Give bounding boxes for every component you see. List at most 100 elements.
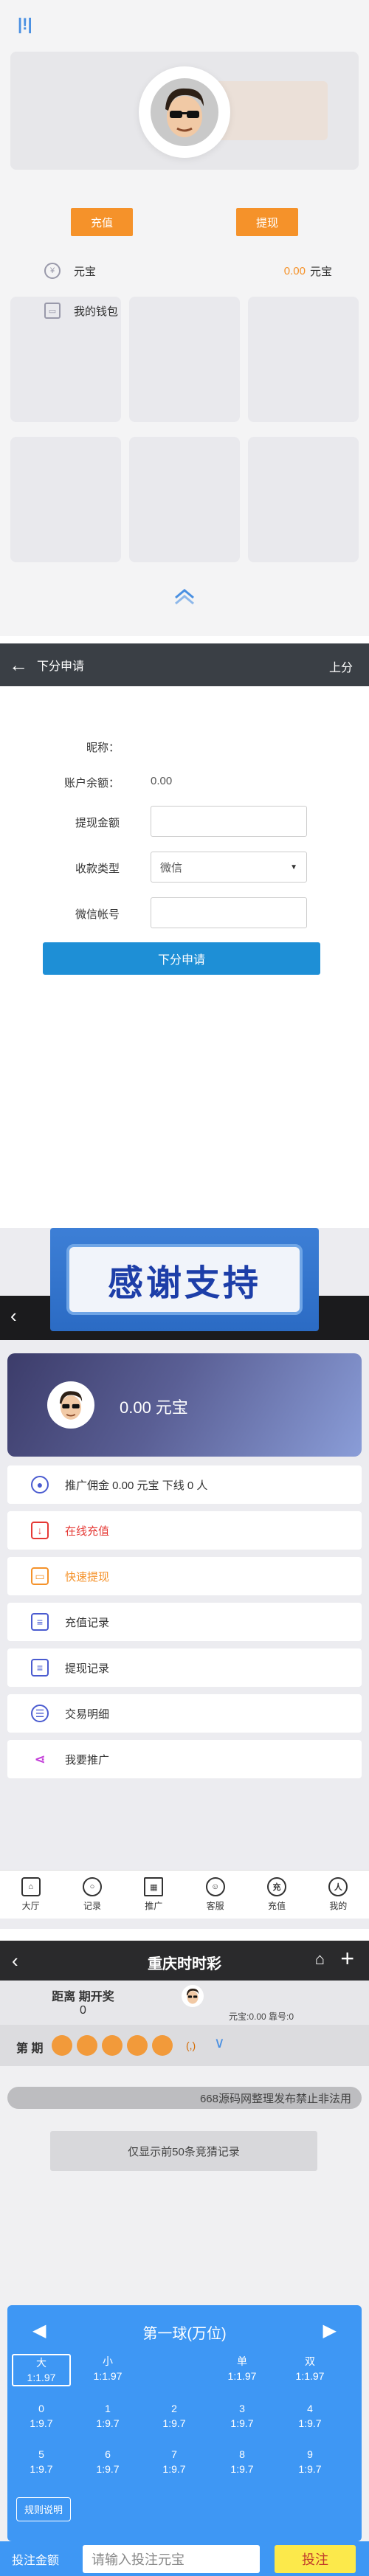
bet-option-name: 3 <box>239 2403 245 2414</box>
nav-item-mine[interactable]: 人我的 <box>316 1871 360 1919</box>
menu-item-recharge-records[interactable]: ≡ 充值记录 <box>7 1603 362 1641</box>
bet-option[interactable]: 单 1:1.97 <box>213 2354 272 2383</box>
avatar-icon <box>186 1988 199 2004</box>
result-ball <box>127 2035 148 2056</box>
bet-option-name: 2 <box>171 2403 177 2414</box>
bet-option-name: 8 <box>239 2448 245 2460</box>
chevron-up-icon[interactable] <box>171 584 198 607</box>
bet-option[interactable]: 9 1:9.7 <box>280 2447 339 2476</box>
nav-item-records[interactable]: ○ 记录 <box>70 1871 114 1919</box>
avatar-icon <box>59 1391 83 1420</box>
nav-item-recharge[interactable]: 充充值 <box>255 1871 299 1919</box>
withdraw-button[interactable]: 提现 <box>236 208 298 236</box>
bet-option-name: 1 <box>105 2403 111 2414</box>
bet-option-name: 7 <box>171 2448 177 2460</box>
bet-option-odds: 1:9.7 <box>230 2417 254 2429</box>
payment-type-value: 微信 <box>160 861 183 874</box>
bet-option-odds: 1:9.7 <box>30 2417 53 2429</box>
rules-button[interactable]: 规则说明 <box>16 2497 72 2521</box>
game-tile <box>129 437 240 562</box>
wechat-account-input[interactable] <box>151 897 307 928</box>
bet-option[interactable]: 2 1:9.7 <box>145 2401 204 2431</box>
bet-option-name: 9 <box>307 2448 313 2460</box>
user-center-page: ‹ 感谢支持 0.00 元宝 ● 推广佣金 0.00 元宝 下线 0 人 ↓ 在… <box>0 1228 369 1929</box>
qrcode-icon: ▦ <box>144 1877 164 1896</box>
bet-option-name: 4 <box>307 2403 313 2414</box>
submit-withdraw-button[interactable]: 下分申请 <box>43 942 320 975</box>
app-logo: |!| <box>18 15 32 33</box>
result-ball <box>52 2035 72 2056</box>
balance-display: 0.00 元宝 <box>120 1398 188 1417</box>
bet-option-name: 0 <box>38 2403 44 2414</box>
record-icon: ≡ <box>31 1613 49 1631</box>
amount-label: 提现金额 <box>75 817 120 829</box>
bet-option-odds: 1:9.7 <box>162 2463 186 2475</box>
bottom-nav: ⌂ 大厅 ○ 记录 ▦ 推广 ☺ 客服 充充值 人我的 <box>0 1870 369 1919</box>
recharge-button[interactable]: 充值 <box>71 208 133 236</box>
account-card: 0.00 元宝 <box>7 1353 362 1457</box>
balance-label: 账户余额： <box>63 777 120 790</box>
nav-item-promote[interactable]: ▦ 推广 <box>131 1871 176 1919</box>
balance-value: 0.00 <box>151 775 173 787</box>
withdraw-amount-input[interactable] <box>151 806 307 837</box>
result-ball <box>102 2035 123 2056</box>
bet-option[interactable]: 5 1:9.7 <box>12 2447 71 2476</box>
chevron-down-icon[interactable]: ∨ <box>214 2034 225 2052</box>
person-icon: 人 <box>328 1877 348 1896</box>
bet-option-name: 5 <box>38 2448 44 2460</box>
home-icon[interactable]: ⌂ <box>315 1950 325 1969</box>
bet-option[interactable]: 双 1:1.97 <box>280 2354 339 2383</box>
bet-bar: 投注金额 请输入投注元宝 投注 <box>0 2541 369 2576</box>
bet-option-odds: 1:1.97 <box>27 2372 56 2383</box>
menu-item-label: 我要推广 <box>65 1753 110 1767</box>
menu-item-fast-withdraw[interactable]: ▭ 快速提现 <box>7 1557 362 1595</box>
deposit-link[interactable]: 上分 <box>329 657 353 675</box>
search-icon: ○ <box>82 1877 102 1896</box>
period-label: 第 期 <box>16 2043 44 2055</box>
bet-option-name: 6 <box>105 2448 111 2460</box>
store-icon: ⌂ <box>21 1877 41 1896</box>
nav-label: 我的 <box>329 1901 348 1911</box>
bet-option-odds: 1:9.7 <box>298 2417 322 2429</box>
bet-option[interactable]: 8 1:9.7 <box>213 2447 272 2476</box>
page-title: 重庆时时彩 <box>148 1956 221 1972</box>
nav-item-service[interactable]: ☺ 客服 <box>193 1871 238 1919</box>
bet-option-odds: 1:1.97 <box>93 2370 123 2382</box>
lottery-page: ‹ 重庆时时彩 ⌂ + 距离 期开奖 0 元宝:0.00 靠号:0 第 期 (,… <box>0 1941 369 2576</box>
bet-option[interactable]: 1 1:9.7 <box>78 2401 137 2431</box>
bet-amount-input[interactable]: 请输入投注元宝 <box>83 2544 260 2573</box>
bet-option[interactable]: 6 1:9.7 <box>78 2447 137 2476</box>
wallet-row[interactable]: ▭ 我的钱包 <box>44 298 332 323</box>
payment-type-select[interactable]: 微信 ▼ <box>151 852 307 883</box>
coin-icon: ¥ <box>44 263 61 279</box>
nav-item-lobby[interactable]: ⌂ 大厅 <box>9 1871 53 1919</box>
bet-option-name: 小 <box>103 2355 113 2367</box>
bet-option[interactable]: 大 1:1.97 <box>12 2354 71 2386</box>
currency-label: 元宝 <box>74 265 97 278</box>
menu-item-commission[interactable]: ● 推广佣金 0.00 元宝 下线 0 人 <box>7 1465 362 1504</box>
avatar[interactable] <box>139 66 230 158</box>
wallet-icon: ▭ <box>44 303 61 319</box>
nav-label: 充值 <box>267 1901 286 1911</box>
bet-option[interactable]: 0 1:9.7 <box>12 2401 71 2431</box>
menu-item-online-recharge[interactable]: ↓ 在线充值 <box>7 1511 362 1550</box>
countdown-value: 0 <box>80 2004 86 2017</box>
menu-item-promote[interactable]: ⋖ 我要推广 <box>7 1740 362 1778</box>
records-hint: 仅显示前50条竞猜记录 <box>50 2131 317 2171</box>
bet-option-name: 大 <box>36 2357 46 2369</box>
plus-icon[interactable]: + <box>340 1945 354 1972</box>
bet-option[interactable]: 7 1:9.7 <box>145 2447 204 2476</box>
next-arrow-icon[interactable]: ▶ <box>323 2320 337 2341</box>
bet-option[interactable]: 3 1:9.7 <box>213 2401 272 2431</box>
menu-item-transactions[interactable]: ☰ 交易明细 <box>7 1694 362 1733</box>
menu-item-withdraw-records[interactable]: ≡ 提现记录 <box>7 1648 362 1687</box>
back-arrow-icon[interactable]: ‹ <box>10 1305 17 1327</box>
back-arrow-icon[interactable]: ← <box>0 643 37 686</box>
bet-option[interactable]: 小 1:1.97 <box>78 2354 137 2383</box>
recharge-icon: 充 <box>266 1877 286 1896</box>
avatar[interactable] <box>47 1381 94 1429</box>
wechat-account-label: 微信帐号 <box>75 908 120 921</box>
bet-option[interactable]: 4 1:9.7 <box>280 2401 339 2431</box>
card-icon: ▭ <box>31 1567 49 1585</box>
bet-button[interactable]: 投注 <box>275 2544 356 2573</box>
